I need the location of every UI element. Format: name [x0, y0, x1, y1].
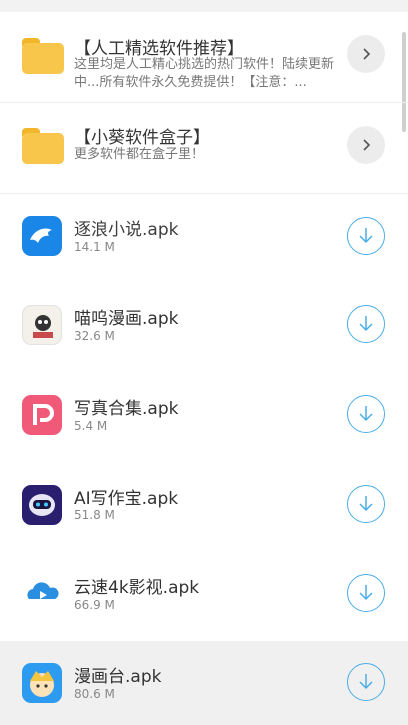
file-name: 喵呜漫画.apk [74, 309, 179, 329]
chevron-right-icon [363, 139, 371, 151]
file-row[interactable]: 喵呜漫画.apk 32.6 M [0, 283, 408, 373]
download-button[interactable] [347, 395, 385, 433]
file-name: 逐浪小说.apk [74, 220, 179, 240]
chevron-right-icon [363, 48, 371, 60]
folder-item-xiaokui[interactable]: 【小葵软件盒子】 更多软件都在盒子里！ [0, 103, 408, 193]
file-size: 51.8 M [74, 508, 115, 522]
download-button[interactable] [347, 663, 385, 701]
file-name: AI写作宝.apk [74, 489, 179, 509]
download-button[interactable] [347, 217, 385, 255]
download-arrow-icon [359, 496, 373, 512]
file-name: 云速4k影视.apk [74, 578, 200, 598]
folder-item-recommended[interactable]: 【人工精选软件推荐】 这里均是人工精心挑选的热门软件！陆续更新中...所有软件永… [0, 12, 408, 102]
file-row[interactable]: 漫画台.apk 80.6 M [0, 641, 408, 725]
cat-comic-app-icon [22, 305, 62, 345]
file-size: 66.9 M [74, 598, 115, 612]
download-arrow-icon [359, 228, 373, 244]
file-size: 32.6 M [74, 329, 115, 343]
photo-collection-app-icon [22, 395, 62, 435]
cartoon-face-app-icon [22, 663, 62, 703]
file-row[interactable]: 写真合集.apk 5.4 M [0, 373, 408, 463]
file-row[interactable]: 逐浪小说.apk 14.1 M [0, 194, 408, 283]
folder-description: 这里均是人工精心挑选的热门软件！陆续更新中...所有软件永久免费提供！【注意：.… [74, 57, 335, 90]
dolphin-app-icon [22, 216, 62, 256]
download-button[interactable] [347, 305, 385, 343]
top-edge [0, 0, 408, 12]
file-size: 14.1 M [74, 240, 115, 254]
open-folder-button[interactable] [347, 126, 385, 164]
download-arrow-icon [359, 406, 373, 422]
file-size: 80.6 M [74, 687, 115, 701]
file-name: 漫画台.apk [74, 667, 162, 687]
folder-icon [22, 38, 64, 74]
file-row[interactable]: AI写作宝.apk 51.8 M [0, 463, 408, 552]
download-arrow-icon [359, 316, 373, 332]
file-name: 写真合集.apk [74, 399, 179, 419]
folder-title: 【小葵软件盒子】 [74, 128, 210, 148]
download-arrow-icon [359, 585, 373, 601]
file-row[interactable]: 云速4k影视.apk 66.9 M [0, 552, 408, 641]
folder-description: 更多软件都在盒子里！ [74, 147, 205, 162]
file-size: 5.4 M [74, 419, 108, 433]
folder-icon [22, 128, 64, 164]
download-button[interactable] [347, 485, 385, 523]
robot-app-icon [22, 485, 62, 525]
download-arrow-icon [359, 674, 373, 690]
open-folder-button[interactable] [347, 35, 385, 73]
cloud-video-app-icon [22, 573, 62, 613]
download-button[interactable] [347, 574, 385, 612]
